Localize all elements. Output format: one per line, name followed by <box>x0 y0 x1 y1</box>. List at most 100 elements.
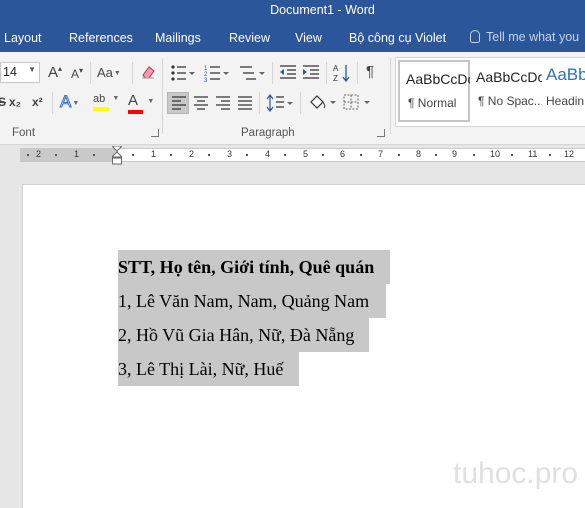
chevron-down-icon: ▼ <box>72 100 80 107</box>
horizontal-ruler[interactable]: 2 1 1 2 3 4 5 6 7 8 9 10 11 12 <box>0 145 585 166</box>
style-name: ¶ No Spac... <box>478 94 544 108</box>
align-right-icon[interactable] <box>215 96 231 110</box>
font-size-value: 14 <box>3 65 17 79</box>
subscript-button[interactable]: x₂ <box>9 95 21 109</box>
tab-mailings[interactable]: Mailings <box>155 31 201 45</box>
ruler-number: 1 <box>151 149 157 159</box>
font-color-bar <box>128 110 143 114</box>
increase-indent-icon[interactable] <box>302 64 320 80</box>
borders-icon[interactable] <box>343 94 373 112</box>
font-size-select[interactable]: 14 ▼ <box>0 62 40 83</box>
font-color-button[interactable]: A ▼ <box>128 92 154 114</box>
chevron-down-icon: ▼ <box>113 70 121 77</box>
separator <box>259 92 260 114</box>
separator <box>52 92 53 114</box>
strikethrough-icon: S <box>0 95 7 109</box>
paragraph-dialog-launcher[interactable] <box>377 129 385 137</box>
ruler-tick <box>549 154 551 156</box>
doc-line[interactable]: 2, Hồ Vũ Gia Hân, Nữ, Đà Nẵng <box>118 318 369 352</box>
ruler-tick <box>284 154 286 156</box>
align-center-icon[interactable] <box>193 96 209 110</box>
font-dialog-launcher[interactable] <box>151 129 159 137</box>
style-no-spacing[interactable]: AaBbCcDc ¶ No Spac... <box>470 60 545 122</box>
strikethrough-button[interactable]: S <box>0 95 6 109</box>
tab-references[interactable]: References <box>69 31 133 45</box>
styles-gallery: AaBbCcDc ¶ Normal AaBbCcDc ¶ No Spac... … <box>395 57 585 127</box>
ruler-tick <box>55 154 57 156</box>
ruler-tick <box>170 154 172 156</box>
show-formatting-marks-button[interactable]: ¶ <box>366 63 374 80</box>
ruler-track: 2 1 1 2 3 4 5 6 7 8 9 10 11 12 <box>20 148 585 162</box>
style-heading[interactable]: AaBb Headin <box>542 60 585 122</box>
align-left-icon[interactable] <box>171 96 187 110</box>
font-color-icon: A <box>128 92 138 109</box>
line-spacing-icon[interactable] <box>266 94 294 112</box>
decrease-indent-icon[interactable] <box>279 64 297 80</box>
ruler-number: 8 <box>416 149 422 159</box>
ruler-number: 6 <box>340 149 346 159</box>
style-sample: AaBb <box>546 65 585 84</box>
tab-review[interactable]: Review <box>229 31 270 45</box>
sort-icon[interactable]: AZ <box>333 63 351 83</box>
style-normal[interactable]: AaBbCcDc ¶ Normal <box>398 60 474 122</box>
paragraph-group-label: Paragraph <box>241 127 295 139</box>
style-name: ¶ Normal <box>408 96 457 110</box>
svg-text:Z: Z <box>333 74 338 83</box>
ribbon: 14 ▼ A▴ A▾ Aa▼ S x₂ x² A▼ ab ▼ A ▼ Font … <box>0 52 585 145</box>
indent-marker-icon[interactable] <box>112 146 122 166</box>
bullets-icon[interactable] <box>170 64 196 82</box>
superscript-button[interactable]: x² <box>32 95 43 109</box>
ribbon-tabs: Layout References Mailings Review View B… <box>0 24 585 52</box>
highlight-color-bar <box>93 107 109 111</box>
watermark: tuhoc.pro <box>453 457 579 490</box>
ruler-number: 2 <box>189 149 195 159</box>
justify-icon[interactable] <box>237 96 253 110</box>
grow-font-icon: A <box>48 64 59 81</box>
highlight-icon: ab <box>93 93 106 105</box>
tab-bo-cong-cu-violet[interactable]: Bộ công cụ Violet <box>349 31 446 45</box>
ruler-tick <box>93 154 95 156</box>
ruler-number: 3 <box>227 149 233 159</box>
shrink-font-button[interactable]: A▾ <box>71 66 83 81</box>
lightbulb-icon <box>470 30 480 43</box>
doc-line-text: 3, Lê Thị Lài, Nữ, Huế <box>118 359 284 379</box>
doc-line[interactable]: 3, Lê Thị Lài, Nữ, Huế <box>118 352 299 386</box>
separator <box>390 58 391 134</box>
grow-font-button[interactable]: A▴ <box>48 64 62 81</box>
document-page[interactable]: STT, Họ tên, Giới tính, Quê quán 1, Lê V… <box>22 184 585 508</box>
chevron-down-icon: ▼ <box>28 65 36 74</box>
ruler-tick <box>398 154 400 156</box>
separator <box>90 62 91 84</box>
ruler-tick <box>246 154 248 156</box>
numbering-icon[interactable]: 123 <box>204 64 230 82</box>
tell-me-search[interactable]: Tell me what you <box>470 30 579 44</box>
doc-line-header[interactable]: STT, Họ tên, Giới tính, Quê quán <box>118 250 390 284</box>
superscript-icon: x² <box>32 95 43 109</box>
separator <box>162 58 163 134</box>
doc-line[interactable]: 1, Lê Văn Nam, Nam, Quảng Nam <box>118 284 386 318</box>
ruler-number: 5 <box>303 149 309 159</box>
text-effects-icon: A <box>59 92 72 112</box>
ruler-number: 10 <box>490 149 501 159</box>
ruler-number: 1 <box>74 149 80 159</box>
change-case-icon: Aa <box>97 65 113 80</box>
separator <box>326 62 327 84</box>
style-sample: AaBbCcDc <box>406 71 475 87</box>
text-effects-button[interactable]: A▼ <box>59 92 80 112</box>
tab-layout[interactable]: Layout <box>4 31 42 45</box>
ruler-number: 2 <box>36 149 42 159</box>
change-case-button[interactable]: Aa▼ <box>97 65 121 80</box>
clear-formatting-button[interactable] <box>140 64 156 83</box>
separator <box>132 62 133 84</box>
shading-icon[interactable] <box>308 93 338 113</box>
ruler-tick <box>360 154 362 156</box>
highlight-button[interactable]: ab ▼ <box>93 93 120 111</box>
doc-line-text: STT, Họ tên, Giới tính, Quê quán <box>118 257 375 277</box>
tab-view[interactable]: View <box>295 31 322 45</box>
chevron-down-icon: ▼ <box>112 95 120 102</box>
ruler-number: 4 <box>265 149 271 159</box>
ruler-tick <box>435 154 437 156</box>
multilevel-list-icon[interactable] <box>238 64 266 82</box>
ruler-tick <box>473 154 475 156</box>
style-sample: AaBbCcDc <box>476 69 545 85</box>
